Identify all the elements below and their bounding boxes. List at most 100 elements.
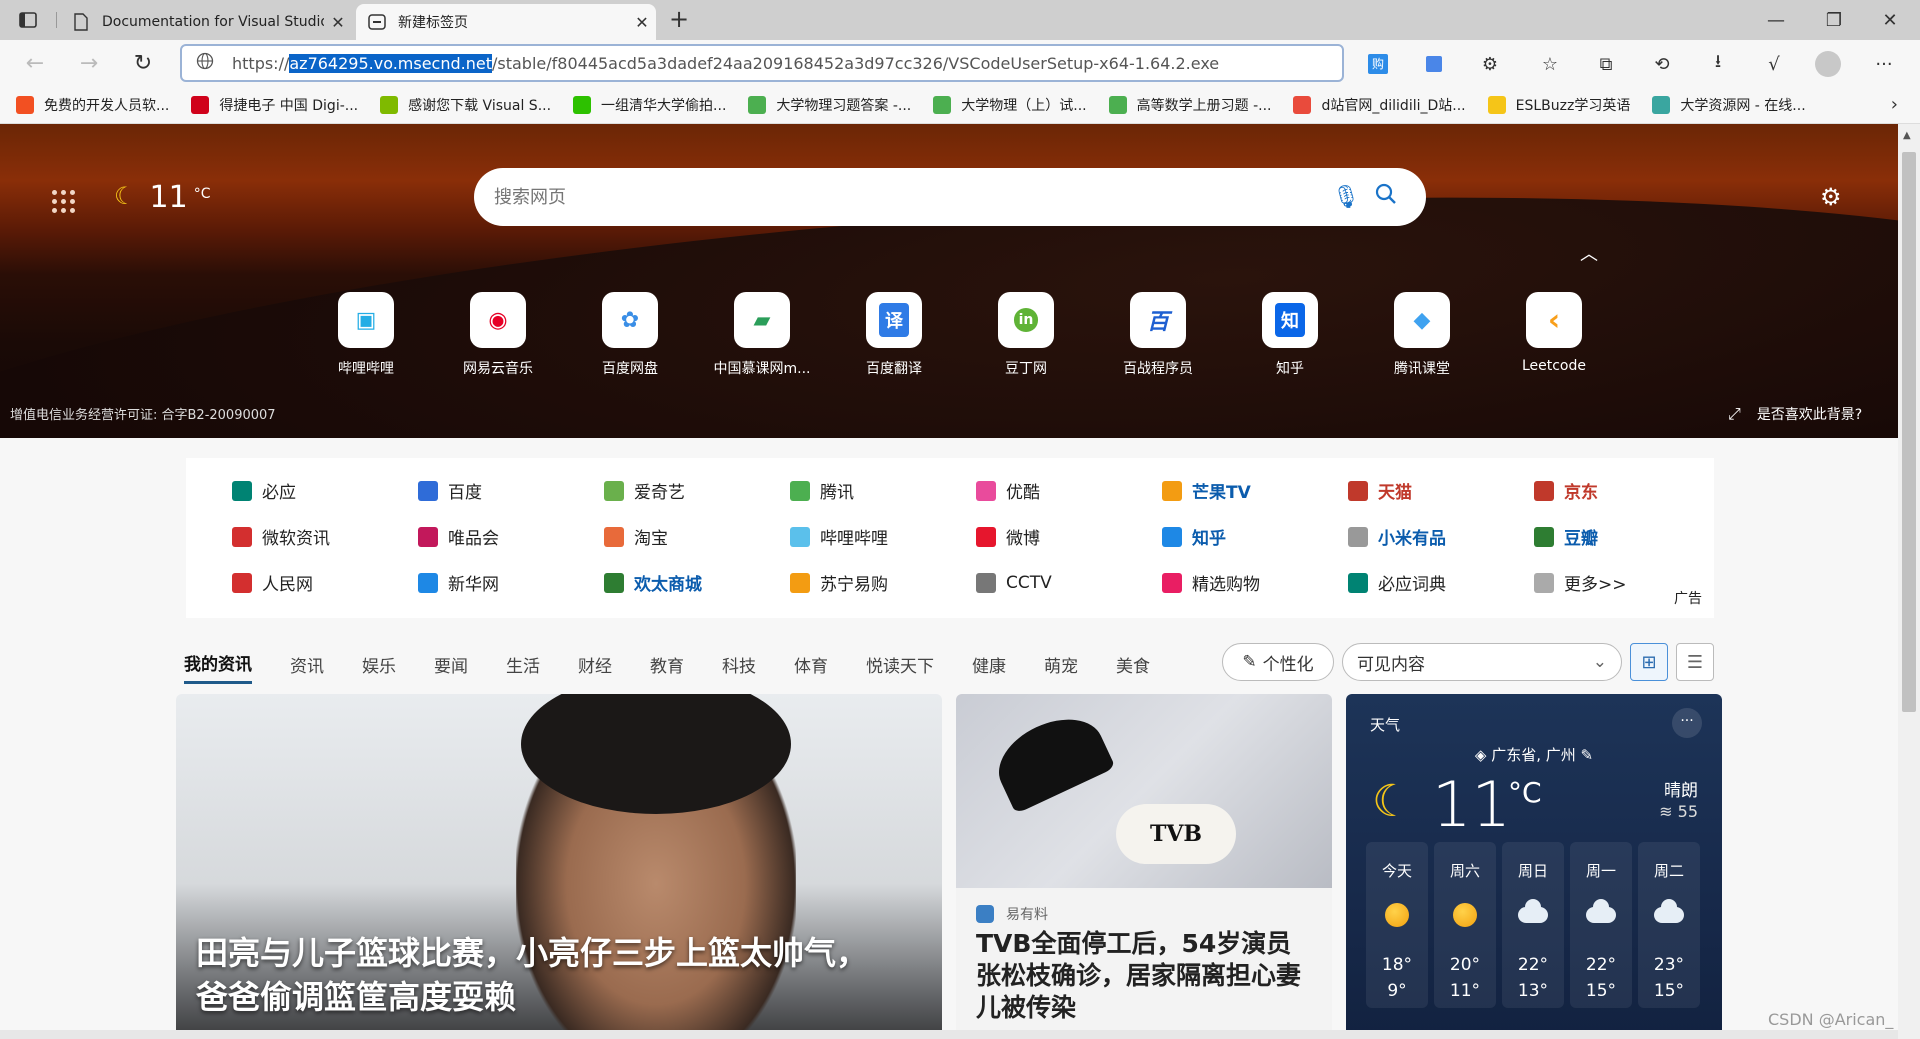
microphone-icon[interactable]: 🎙 <box>1326 185 1366 210</box>
quick-link[interactable]: ‹ Leetcode <box>1488 292 1620 378</box>
bookmark-item[interactable]: 大学物理（上）试... <box>933 95 1087 115</box>
bookmark-item[interactable]: d站官网_dilidili_D站... <box>1293 95 1466 115</box>
quick-link[interactable]: in 豆丁网 <box>960 292 1092 378</box>
profile-avatar[interactable] <box>1814 50 1842 78</box>
forecast-day[interactable]: 周一 22° 15° <box>1570 842 1632 1008</box>
forecast-day[interactable]: 周六 20° 11° <box>1434 842 1496 1008</box>
site-link[interactable]: 微博 <box>976 524 1162 549</box>
news-headline[interactable]: 田亮与儿子篮球比赛，小亮仔三步上篮太帅气，爸爸偷调篮筐高度耍赖 <box>196 931 896 1019</box>
scrollbar-thumb[interactable] <box>1902 152 1916 712</box>
gear-icon[interactable]: ⚙ <box>1820 183 1842 211</box>
like-background-button[interactable]: ⤢ 是否喜欢此背景? <box>1728 404 1862 424</box>
news-source[interactable]: 易有料 <box>976 904 1048 924</box>
quick-link[interactable]: 百百战程序员 <box>1092 292 1224 378</box>
search-icon[interactable] <box>1366 183 1406 211</box>
quick-link[interactable]: ▰ 中国慕课网m... <box>696 292 828 378</box>
quick-link[interactable]: 知知乎 <box>1224 292 1356 378</box>
feed-tab[interactable]: 资讯 <box>290 652 324 683</box>
license-text[interactable]: 增值电信业务经营许可证: 合字B2-20090007 <box>10 404 276 423</box>
feed-tab[interactable]: 娱乐 <box>362 652 396 683</box>
feed-tab[interactable]: 生活 <box>506 652 540 683</box>
site-link[interactable]: 欢太商城 <box>604 570 790 595</box>
list-view-button[interactable]: ☰ <box>1676 643 1714 681</box>
feed-tab[interactable]: 我的资讯 <box>184 650 252 684</box>
collections-icon[interactable]: ⧉ <box>1592 50 1620 78</box>
site-link[interactable]: 天猫 <box>1348 478 1534 503</box>
close-tab-icon[interactable]: ✕ <box>324 13 352 32</box>
vertical-scrollbar[interactable]: ▲ <box>1898 124 1920 1039</box>
quick-link[interactable]: ◆ 腾讯课堂 <box>1356 292 1488 378</box>
quick-link[interactable]: 译百度翻译 <box>828 292 960 378</box>
history-icon[interactable]: ⟲ <box>1648 50 1676 78</box>
close-window-button[interactable]: ✕ <box>1862 0 1918 40</box>
news-card-tvb[interactable]: TVB 易有料 TVB全面停工后，54岁演员张松枝确诊，居家隔离担心妻儿被传染 <box>956 694 1332 1039</box>
site-link[interactable]: 豆瓣 <box>1534 524 1720 549</box>
feed-tab[interactable]: 科技 <box>722 652 756 683</box>
site-link[interactable]: CCTV <box>976 570 1162 595</box>
restore-button[interactable]: ❐ <box>1806 0 1862 40</box>
bookmark-item[interactable]: 感谢您下载 Visual S... <box>380 95 551 115</box>
feed-tab[interactable]: 美食 <box>1116 652 1150 683</box>
bookmark-item[interactable]: 大学资源网 - 在线... <box>1652 95 1806 115</box>
feed-tab[interactable]: 健康 <box>972 652 1006 683</box>
math-solver-icon[interactable]: √ <box>1760 50 1788 78</box>
tab-actions-icon[interactable] <box>18 10 38 30</box>
quick-link[interactable]: ✿ 百度网盘 <box>564 292 696 378</box>
refresh-button[interactable]: ↻ <box>128 48 158 78</box>
site-link[interactable]: 新华网 <box>418 570 604 595</box>
site-link[interactable]: 精选购物 <box>1162 570 1348 595</box>
feed-tab[interactable]: 教育 <box>650 652 684 683</box>
address-bar[interactable]: https://az764295.vo.msecnd.net/stable/f8… <box>180 44 1344 82</box>
bookmark-item[interactable]: 一组清华大学偷拍... <box>573 95 726 115</box>
site-link[interactable]: 腾讯 <box>790 478 976 503</box>
grid-view-button[interactable]: ⊞ <box>1630 643 1668 681</box>
quick-link[interactable]: ▣ 哔哩哔哩 <box>300 292 432 378</box>
news-card-main[interactable]: 田亮与儿子篮球比赛，小亮仔三步上篮太帅气，爸爸偷调篮筐高度耍赖 <box>176 694 942 1039</box>
bookmark-item[interactable]: 免费的开发人员软... <box>16 95 169 115</box>
site-link[interactable]: 苏宁易购 <box>790 570 976 595</box>
new-tab-button[interactable]: + <box>664 6 694 34</box>
site-link[interactable]: 哔哩哔哩 <box>790 524 976 549</box>
tab-documentation[interactable]: Documentation for Visual Studio ✕ <box>62 4 352 40</box>
sogou-extension-icon[interactable]: 购 <box>1364 50 1392 78</box>
more-options-icon[interactable]: ··· <box>1672 708 1702 738</box>
translate-extension-icon[interactable] <box>1420 50 1448 78</box>
download-icon[interactable]: ⭳ <box>1704 50 1732 78</box>
forecast-day[interactable]: 周日 22° 13° <box>1502 842 1564 1008</box>
news-headline[interactable]: TVB全面停工后，54岁演员张松枝确诊，居家隔离担心妻儿被传染 <box>976 928 1316 1024</box>
site-link[interactable]: 必应 <box>232 478 418 503</box>
horizontal-scrollbar[interactable] <box>0 1030 1898 1039</box>
feed-tab[interactable]: 悦读天下 <box>866 652 934 683</box>
forward-button[interactable]: → <box>74 48 104 78</box>
scroll-up-icon[interactable]: ▲ <box>1903 130 1911 141</box>
site-link[interactable]: 京东 <box>1534 478 1720 503</box>
quick-link[interactable]: ◉ 网易云音乐 <box>432 292 564 378</box>
apps-grid-icon[interactable] <box>52 190 76 214</box>
hero-weather[interactable]: ☾ 11 °C <box>114 180 210 215</box>
feed-tab[interactable]: 财经 <box>578 652 612 683</box>
forecast-day[interactable]: 今天 18° 9° <box>1366 842 1428 1008</box>
bookmark-item[interactable]: 高等数学上册习题 -... <box>1108 95 1271 115</box>
feed-tab[interactable]: 要闻 <box>434 652 468 683</box>
favorites-icon[interactable]: ☆ <box>1536 50 1564 78</box>
forecast-day[interactable]: 周二 23° 15° <box>1638 842 1700 1008</box>
bookmark-item[interactable]: 大学物理习题答案 -... <box>748 95 911 115</box>
site-link[interactable]: 优酷 <box>976 478 1162 503</box>
minimize-button[interactable]: — <box>1748 0 1804 40</box>
search-input[interactable] <box>494 186 1326 208</box>
site-link[interactable]: 芒果TV <box>1162 478 1348 503</box>
site-link[interactable]: 知乎 <box>1162 524 1348 549</box>
edit-location-icon[interactable]: ✎ <box>1576 746 1594 764</box>
tab-new-tab[interactable]: 新建标签页 ✕ <box>356 4 656 40</box>
site-link[interactable]: 小米有品 <box>1348 524 1534 549</box>
extensions-icon[interactable]: ⚙ <box>1476 50 1504 78</box>
feed-tab[interactable]: 体育 <box>794 652 828 683</box>
visible-content-dropdown[interactable]: 可见内容 ⌄ <box>1342 643 1622 681</box>
site-link[interactable]: 淘宝 <box>604 524 790 549</box>
site-link[interactable]: 微软资讯 <box>232 524 418 549</box>
back-button[interactable]: ← <box>20 48 50 78</box>
chevron-right-icon[interactable]: › <box>1891 94 1898 115</box>
weather-location[interactable]: ◈ 广东省, 广州 ✎ <box>1346 744 1722 765</box>
site-link[interactable]: 人民网 <box>232 570 418 595</box>
feed-tab[interactable]: 萌宠 <box>1044 652 1078 683</box>
